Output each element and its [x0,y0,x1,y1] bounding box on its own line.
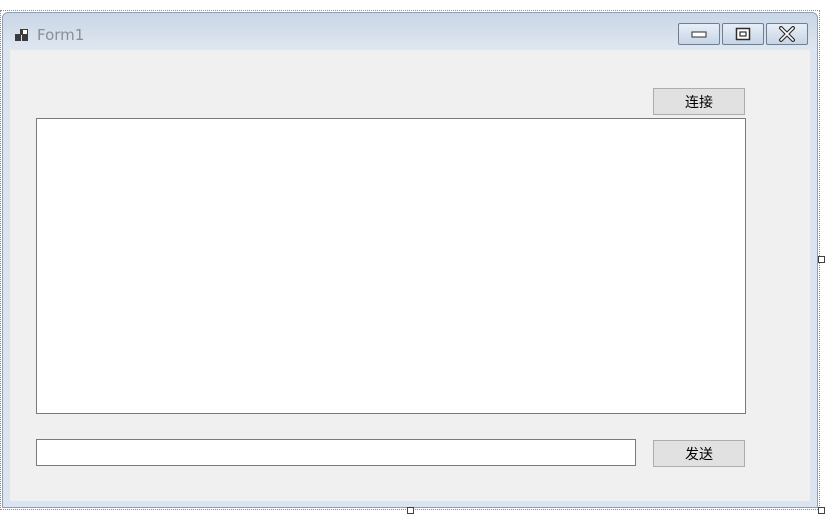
connect-button[interactable]: 连接 [653,88,745,115]
send-button[interactable]: 发送 [653,440,745,467]
close-button[interactable] [766,23,808,45]
message-input[interactable] [36,439,636,466]
resize-grip-right[interactable] [818,256,825,263]
resize-grip-corner[interactable] [818,507,825,514]
minimize-button[interactable] [678,23,720,45]
title-bar[interactable]: Form1 [3,13,817,50]
form-client-area: 连接 发送 [10,50,810,501]
form-window[interactable]: Form1 连接 发送 [2,12,818,508]
maximize-icon [735,27,751,41]
window-title: Form1 [37,26,85,44]
designer-surface: Form1 连接 发送 [0,0,826,516]
form-icon [15,29,28,41]
close-icon [779,26,795,42]
message-log-textbox[interactable] [36,118,746,414]
minimize-icon [691,31,707,38]
resize-grip-bottom[interactable] [407,507,414,514]
maximize-button[interactable] [722,23,764,45]
